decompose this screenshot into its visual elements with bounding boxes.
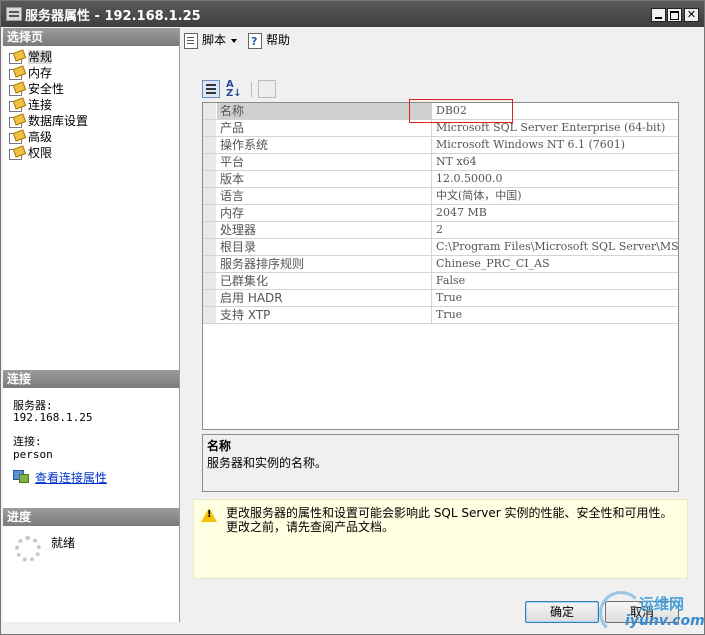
nav-item-advanced[interactable]: 高级: [7, 129, 88, 145]
categorized-view-icon[interactable]: [202, 80, 220, 98]
description-title: 名称: [207, 439, 232, 453]
connection-value: person: [13, 448, 53, 461]
page-icon: [9, 129, 27, 144]
nav-item-security[interactable]: 安全性: [7, 81, 88, 97]
server-properties-window: 服务器属性 - 192.168.1.25 ✕ 选择页 常规 内存 安全性 连接 …: [0, 0, 705, 635]
page-icon: [9, 145, 27, 160]
dialog-toolbar: 脚本 帮助: [181, 28, 702, 52]
script-icon: [184, 33, 198, 49]
nav-item-memory[interactable]: 内存: [7, 65, 88, 81]
help-icon: [248, 33, 262, 50]
server-value: 192.168.1.25: [13, 411, 93, 424]
property-description-panel: 名称 服务器和实例的名称。: [202, 434, 679, 492]
title-bar[interactable]: 服务器属性 - 192.168.1.25 ✕: [1, 1, 704, 27]
property-row[interactable]: 支持 XTP True: [203, 307, 678, 324]
warning-banner: 更改服务器的属性和设置可能会影响此 SQL Server 实例的性能、安全性和可…: [193, 499, 688, 579]
property-grid: 名称 DB02 产品 Microsoft SQL Server Enterprise…: [202, 102, 679, 430]
page-icon: [9, 65, 27, 80]
nav-item-permissions[interactable]: 权限: [7, 145, 88, 161]
page-icon: [9, 81, 27, 96]
connection-header: 连接: [3, 370, 179, 388]
description-text: 服务器和实例的名称。: [207, 456, 328, 470]
window-app-icon: [6, 7, 22, 21]
view-connection-properties-link[interactable]: 查看连接属性: [13, 469, 107, 486]
property-row[interactable]: 版本 12.0.5000.0: [203, 171, 678, 188]
ok-button[interactable]: 确定: [525, 601, 599, 623]
property-row[interactable]: 已群集化 False: [203, 273, 678, 290]
connection-label: 连接:: [13, 435, 42, 448]
property-row[interactable]: 根目录 C:\Program Files\Microsoft SQL Server…: [203, 239, 678, 256]
warning-text: 更改服务器的属性和设置可能会影响此 SQL Server 实例的性能、安全性和可…: [226, 506, 673, 534]
property-row[interactable]: 语言 中文(简体，中国): [203, 188, 678, 205]
nav-item-database-settings[interactable]: 数据库设置: [7, 113, 88, 129]
page-icon: [9, 97, 27, 112]
help-button[interactable]: 帮助: [248, 32, 290, 50]
maximize-button[interactable]: [667, 8, 682, 22]
nav-item-connections[interactable]: 连接: [7, 97, 88, 113]
property-row[interactable]: 平台 NT x64: [203, 154, 678, 171]
property-row[interactable]: 处理器 2: [203, 222, 678, 239]
warning-icon: [201, 508, 217, 522]
page-nav: 常规 内存 安全性 连接 数据库设置 高级 权限: [7, 49, 88, 161]
alphabetical-sort-icon[interactable]: A Z↓: [226, 80, 244, 99]
close-button[interactable]: ✕: [684, 8, 699, 22]
property-pages-icon[interactable]: [258, 80, 276, 98]
script-button[interactable]: 脚本: [184, 32, 238, 49]
page-icon: [9, 49, 27, 64]
property-row[interactable]: 启用 HADR True: [203, 290, 678, 307]
progress-spinner-icon: [15, 536, 41, 562]
progress-header: 进度: [3, 508, 179, 526]
highlight-annotation: [409, 99, 513, 123]
chevron-down-icon[interactable]: [231, 38, 238, 43]
toolbar-separator: [251, 82, 252, 97]
property-row[interactable]: 操作系统 Microsoft Windows NT 6.1 (7601): [203, 137, 678, 154]
select-page-header: 选择页: [3, 28, 179, 46]
left-pane: 选择页 常规 内存 安全性 连接 数据库设置 高级 权限 连接 服务器: 192…: [3, 28, 180, 622]
page-icon: [9, 113, 27, 128]
progress-status: 就绪: [51, 536, 76, 550]
watermark-logo: 运维网 iyunv.com: [599, 591, 705, 635]
property-row[interactable]: 内存 2047 MB: [203, 205, 678, 222]
nav-item-general[interactable]: 常规: [7, 49, 88, 65]
property-row[interactable]: 服务器排序规则 Chinese_PRC_CI_AS: [203, 256, 678, 273]
minimize-button[interactable]: [651, 8, 666, 22]
window-title: 服务器属性 - 192.168.1.25: [25, 9, 201, 24]
connection-properties-icon: [13, 470, 29, 483]
